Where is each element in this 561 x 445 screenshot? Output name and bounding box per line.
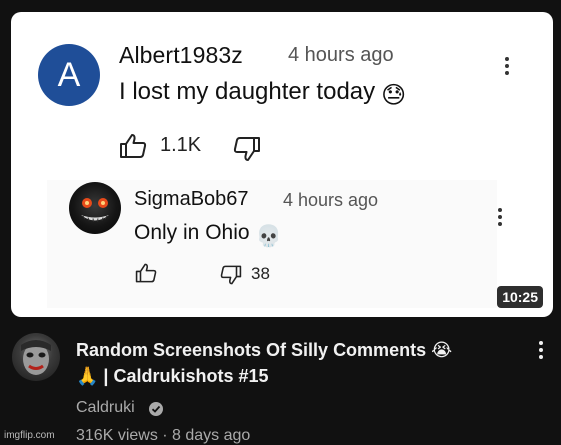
reply-avatar [69,182,121,234]
comment-text: I lost my daughter today 😓 [119,78,406,110]
comment-timestamp: 4 hours ago [288,44,394,66]
like-count: 1.1K [160,134,202,156]
thumbs-down-icon [220,265,242,285]
creepy-face-icon [81,198,109,222]
video-title[interactable]: Random Screenshots Of Silly Comments 😭 🙏… [76,337,516,389]
reply-author: SigmaBob67 [134,188,249,210]
video-metadata: 316K views · 8 days ago [76,427,251,444]
reply-kebab-menu-icon [497,208,503,229]
channel-avatar-face-icon [21,340,51,375]
video-result: A Albert1983z 4 hours ago I lost my daug… [0,0,561,445]
thumbs-up-icon [135,263,157,283]
commenter-avatar: A [38,44,100,106]
imgflip-watermark: imgflip.com [4,430,55,441]
verified-check-icon [149,402,163,416]
channel-name[interactable]: Caldruki [76,399,135,417]
reply-timestamp: 4 hours ago [283,190,379,210]
video-thumbnail[interactable]: A Albert1983z 4 hours ago I lost my daug… [11,12,553,317]
channel-avatar[interactable] [12,333,60,381]
video-title-line-2: 🙏 | Caldrukishots #15 [76,366,269,386]
skull-emoji: 💀 [255,225,282,248]
commenter-name: Albert1983z [119,42,243,68]
video-duration-badge: 10:25 [497,286,543,308]
comment-kebab-menu-icon [504,57,510,78]
sad-sweat-emoji: 😓 [381,82,407,109]
video-kebab-menu-icon[interactable] [538,341,544,362]
dislike-count: 38 [251,264,270,283]
comment-body: I lost my daughter today [119,78,376,105]
reply-body: Only in Ohio [134,221,250,244]
thumbs-down-icon [233,137,260,161]
thumbs-up-icon [120,134,147,158]
video-title-line-1: Random Screenshots Of Silly Comments 😭 [76,340,453,360]
reply-text: Only in Ohio 💀 [134,221,282,249]
